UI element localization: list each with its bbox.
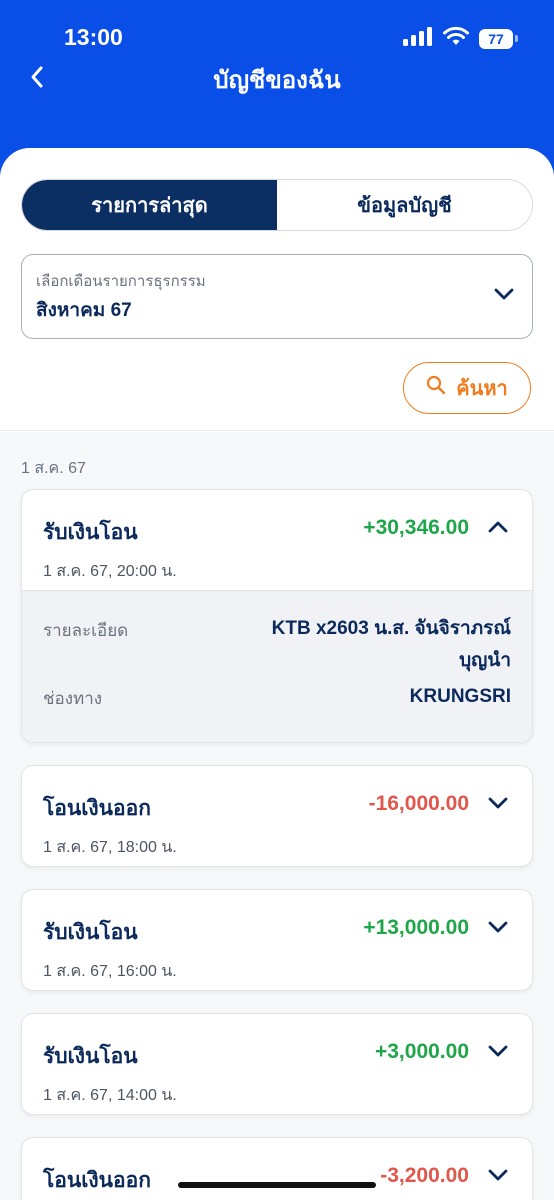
transaction-time: 1 ส.ค. 67, 14:00 น. (43, 1087, 177, 1104)
date-group-header: 1 ส.ค. 67 (21, 460, 86, 477)
transaction-card-header[interactable]: รับเงินโอน 1 ส.ค. 67, 14:00 น. +3,000.00 (22, 1014, 532, 1114)
transaction-details: รายละเอียด KTB x2603 น.ส. จันจิราภรณ์ บุ… (22, 590, 532, 742)
transaction-title: รับเงินโอน (43, 1045, 138, 1068)
transaction-card-header[interactable]: รับเงินโอน 1 ส.ค. 67, 20:00 น. +30,346.0… (22, 490, 532, 590)
content-sheet: รายการล่าสุด ข้อมูลบัญชี เลือกเดือนรายกา… (0, 148, 554, 1200)
transaction-card-header[interactable]: รับเงินโอน 1 ส.ค. 67, 16:00 น. +13,000.0… (22, 890, 532, 990)
status-indicators: 77 (403, 26, 518, 51)
battery-icon: 77 (479, 28, 518, 49)
tab-account-info[interactable]: ข้อมูลบัญชี (277, 180, 532, 230)
transaction-card: รับเงินโอน 1 ส.ค. 67, 16:00 น. +13,000.0… (21, 889, 533, 991)
search-icon (426, 375, 446, 401)
detail-value-line2: บุญนำ (459, 650, 511, 671)
transaction-time: 1 ส.ค. 67, 18:00 น. (43, 839, 177, 856)
transaction-card-header[interactable]: โอนเงินออก 1 ส.ค. 67, 18:00 น. -16,000.0… (22, 766, 532, 866)
status-time: 13:00 (64, 24, 123, 50)
transaction-list: 1 ส.ค. 67 รับเงินโอน 1 ส.ค. 67, 20:00 น.… (0, 432, 554, 1200)
transaction-amount: -3,200.00 (380, 1164, 469, 1187)
chevron-up-icon[interactable] (488, 520, 508, 539)
detail-value-line1: KTB x2603 น.ส. จันจิราภรณ์ (271, 618, 511, 639)
segmented-tabs: รายการล่าสุด ข้อมูลบัญชี (21, 179, 533, 231)
transaction-title: โอนเงินออก (43, 797, 151, 820)
transaction-card: โอนเงินออก -3,200.00 (21, 1137, 533, 1200)
channel-label: ช่องทาง (43, 689, 103, 708)
month-select[interactable]: เลือกเดือนรายการธุรกรรม สิงหาคม 67 (21, 254, 533, 339)
signal-icon (403, 26, 433, 51)
transaction-amount: +30,346.00 (363, 516, 469, 539)
transaction-card-header[interactable]: โอนเงินออก -3,200.00 (22, 1138, 532, 1200)
transaction-card: โอนเงินออก 1 ส.ค. 67, 18:00 น. -16,000.0… (21, 765, 533, 867)
transaction-amount: +3,000.00 (374, 1040, 469, 1063)
month-select-label: เลือกเดือนรายการธุรกรรม (36, 273, 206, 290)
page-title: บัญชีของฉัน (213, 67, 341, 94)
transaction-card: รับเงินโอน 1 ส.ค. 67, 20:00 น. +30,346.0… (21, 489, 533, 743)
month-select-value: สิงหาคม 67 (36, 300, 132, 321)
transaction-time: 1 ส.ค. 67, 20:00 น. (43, 563, 177, 580)
search-button-label: ค้นหา (456, 378, 508, 400)
transaction-amount: -16,000.00 (368, 792, 469, 815)
transaction-card: รับเงินโอน 1 ส.ค. 67, 14:00 น. +3,000.00 (21, 1013, 533, 1115)
transaction-title: รับเงินโอน (43, 921, 138, 944)
transaction-title: โอนเงินออก (43, 1169, 151, 1192)
chevron-down-icon (494, 287, 514, 306)
transaction-amount: +13,000.00 (363, 916, 469, 939)
chevron-down-icon[interactable] (488, 1044, 508, 1063)
channel-value: KRUNGSRI (409, 686, 511, 707)
filter-panel: รายการล่าสุด ข้อมูลบัญชี เลือกเดือนรายกา… (0, 148, 554, 431)
chevron-down-icon[interactable] (488, 920, 508, 939)
wifi-icon (443, 26, 469, 51)
detail-value: KTB x2603 น.ส. จันจิราภรณ์ บุญนำ (272, 613, 511, 677)
transaction-time: 1 ส.ค. 67, 16:00 น. (43, 963, 177, 980)
search-button[interactable]: ค้นหา (403, 362, 531, 414)
chevron-down-icon[interactable] (488, 1168, 508, 1187)
home-indicator (178, 1182, 376, 1188)
transaction-title: รับเงินโอน (43, 521, 138, 544)
detail-label: รายละเอียด (43, 621, 129, 640)
chevron-down-icon[interactable] (488, 796, 508, 815)
tab-recent-transactions[interactable]: รายการล่าสุด (22, 180, 277, 230)
battery-level: 77 (479, 28, 513, 49)
